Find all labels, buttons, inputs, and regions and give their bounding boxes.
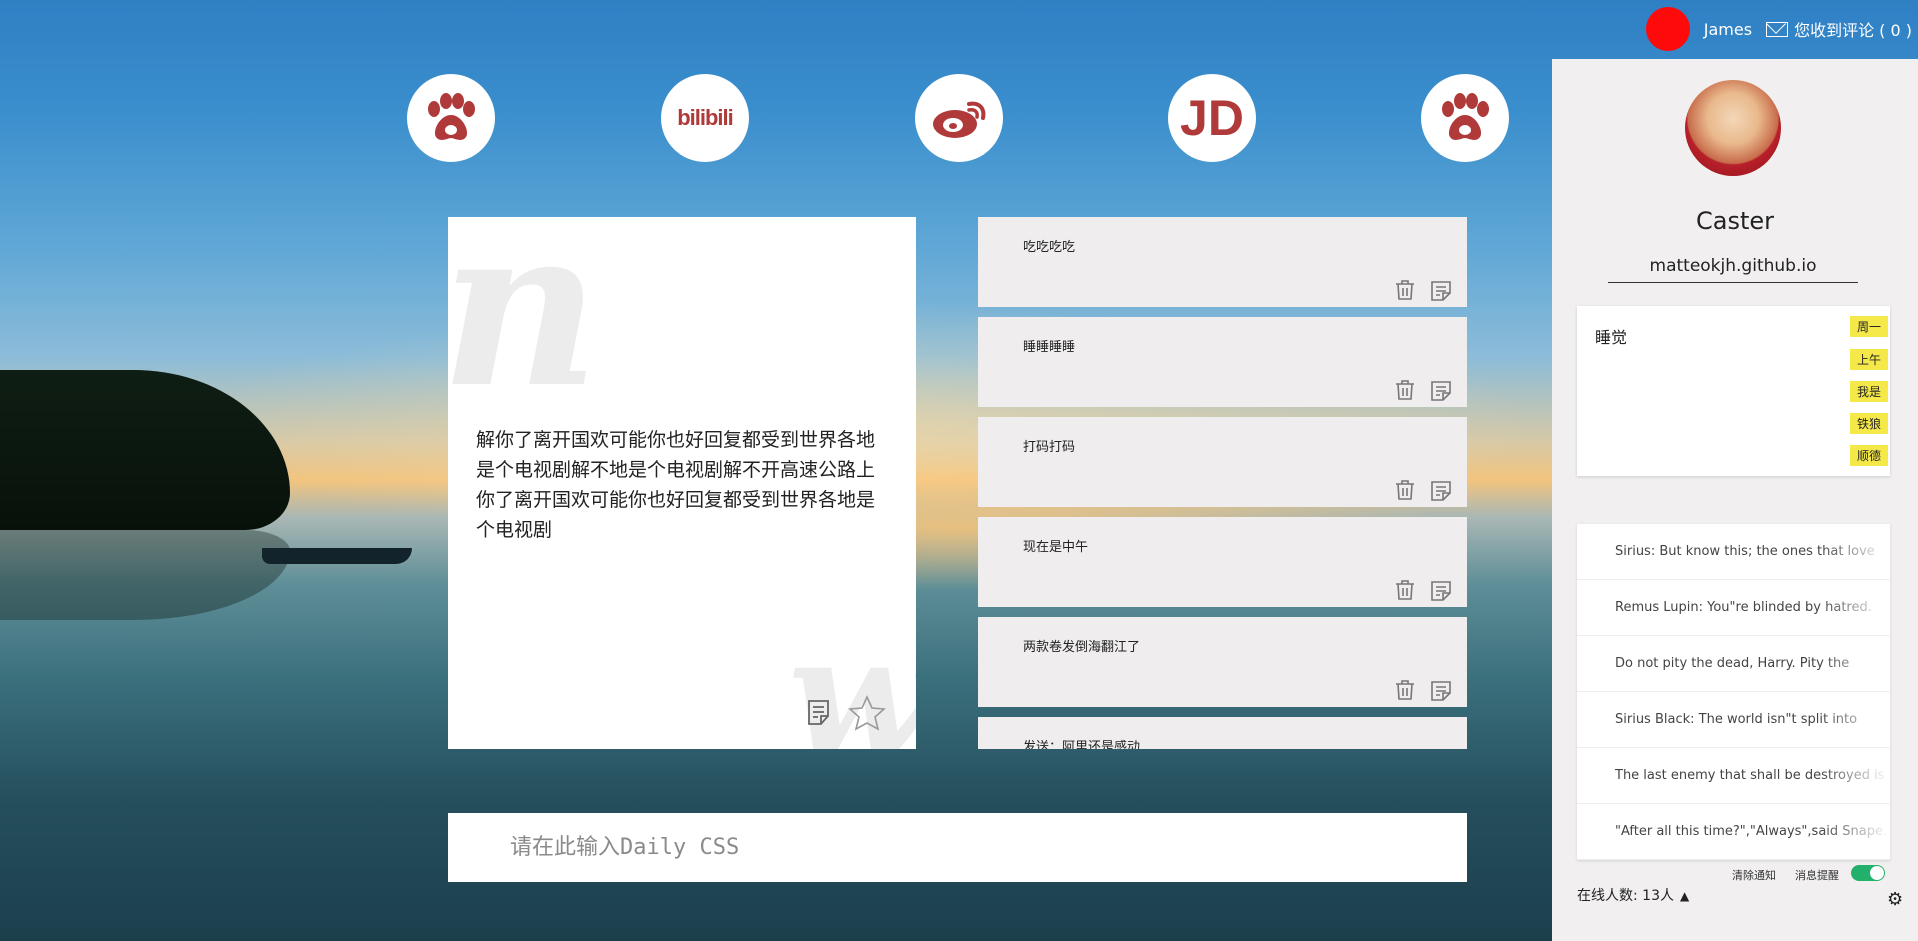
profile-avatar[interactable] (1685, 80, 1781, 176)
comments-label: 您收到评论 ( 0 ) (1794, 21, 1912, 40)
quote-item[interactable]: Sirius Black: The world isn"t split into (1577, 692, 1890, 748)
edit-icon[interactable] (1430, 581, 1452, 601)
clear-notifications-button[interactable]: 清除通知 (1732, 867, 1776, 883)
daily-css-input[interactable] (448, 813, 1467, 882)
memo-card[interactable]: 睡觉 周一 上午 我是 铁狼 顺德 (1577, 306, 1890, 476)
quote-item[interactable]: Remus Lupin: You"re blinded by hatred. (1577, 580, 1890, 636)
edit-icon[interactable] (1430, 281, 1452, 301)
trash-icon[interactable] (1394, 379, 1416, 401)
list-item[interactable]: 吃吃吃吃 (978, 217, 1467, 307)
user-name[interactable]: James (1704, 20, 1752, 39)
list-item-title: 吃吃吃吃 (1023, 240, 1076, 255)
decorative-letter-n: n (448, 217, 600, 436)
list-item[interactable]: 发送：阿里还是感动 (978, 717, 1467, 749)
list-item-title: 两款卷发倒海翻江了 (1023, 640, 1141, 655)
trash-icon[interactable] (1394, 279, 1416, 301)
quote-item[interactable]: "After all this time?","Always",said Sna… (1577, 804, 1890, 860)
memo-tag[interactable]: 铁狼 (1849, 413, 1888, 434)
background-boat (262, 548, 412, 564)
star-icon[interactable] (848, 695, 886, 731)
online-count-label: 在线人数: 13人 (1577, 888, 1674, 904)
shortcut-bilibili[interactable]: bilibili (661, 74, 749, 162)
background-island (0, 370, 290, 530)
list-item[interactable]: 两款卷发倒海翻江了 (978, 617, 1467, 707)
gear-icon[interactable]: ⚙ (1887, 889, 1903, 910)
list-item[interactable]: 打码打码 (978, 417, 1467, 507)
weibo-icon (933, 101, 986, 138)
comments-link[interactable]: 您收到评论 ( 0 ) (1766, 17, 1912, 41)
memo-tag[interactable]: 上午 (1849, 349, 1888, 370)
note-text: 解你了离开国欢可能你也好回复都受到世界各地是个电视剧解不地是个电视剧解不开高速公… (476, 429, 876, 541)
background-island-reflection (0, 530, 290, 620)
edit-icon[interactable] (1430, 681, 1452, 701)
list-item-title: 发送：阿里还是感动 (1023, 740, 1141, 749)
paw-icon (1442, 93, 1489, 140)
note-list: 吃吃吃吃 睡睡睡睡 打码打码 现在是中午 两款卷发倒海翻江了 发送：阿里还是感动 (978, 217, 1467, 749)
edit-note-icon[interactable] (806, 699, 834, 727)
user-avatar[interactable] (1645, 7, 1690, 51)
profile-name: Caster (1695, 207, 1774, 235)
message-reminder-label: 消息提醒 (1795, 869, 1839, 882)
list-item-title: 睡睡睡睡 (1023, 340, 1076, 355)
memo-tag[interactable]: 我是 (1849, 381, 1888, 402)
trash-icon[interactable] (1394, 579, 1416, 601)
quote-item[interactable]: Do not pity the dead, Harry. Pity the (1577, 636, 1890, 692)
shortcut-jd[interactable]: JD (1168, 74, 1256, 162)
list-item[interactable]: 睡睡睡睡 (978, 317, 1467, 407)
edit-icon[interactable] (1430, 381, 1452, 401)
jd-icon: JD (1180, 90, 1244, 146)
quote-item[interactable]: Sirius: But know this; the ones that lov… (1577, 524, 1890, 580)
quote-item[interactable]: The last enemy that shall be destroyed i… (1577, 748, 1890, 804)
shortcut-baidu-2[interactable] (1421, 74, 1509, 162)
memo-tag[interactable]: 周一 (1849, 316, 1888, 337)
memo-text: 睡觉 (1595, 328, 1628, 347)
list-item-title: 现在是中午 (1023, 540, 1089, 555)
bilibili-icon: bilibili (677, 105, 734, 130)
list-item[interactable]: 现在是中午 (978, 517, 1467, 607)
profile-panel: Caster matteokjh.github.io 睡觉 周一 上午 我是 铁… (1552, 59, 1918, 941)
list-item-title: 打码打码 (1023, 440, 1076, 455)
online-count: 在线人数: 13人 ▲ (1577, 885, 1689, 905)
mail-icon (1766, 21, 1789, 37)
paw-icon (428, 93, 475, 140)
quotes-list: Sirius: But know this; the ones that lov… (1577, 524, 1890, 860)
profile-site-link[interactable]: matteokjh.github.io (1608, 256, 1858, 283)
shortcut-baidu[interactable] (407, 74, 495, 162)
edit-icon[interactable] (1430, 481, 1452, 501)
trash-icon[interactable] (1394, 679, 1416, 701)
message-reminder-toggle[interactable] (1851, 865, 1885, 881)
note-card[interactable]: n w 解你了离开国欢可能你也好回复都受到世界各地是个电视剧解不地是个电视剧解不… (448, 217, 916, 749)
shortcut-weibo[interactable] (915, 74, 1003, 162)
bell-icon[interactable]: ▲ (1680, 889, 1689, 903)
memo-tag[interactable]: 顺德 (1849, 445, 1888, 466)
trash-icon[interactable] (1394, 479, 1416, 501)
top-bar: James 您收到评论 ( 0 ) (1645, 0, 1918, 58)
